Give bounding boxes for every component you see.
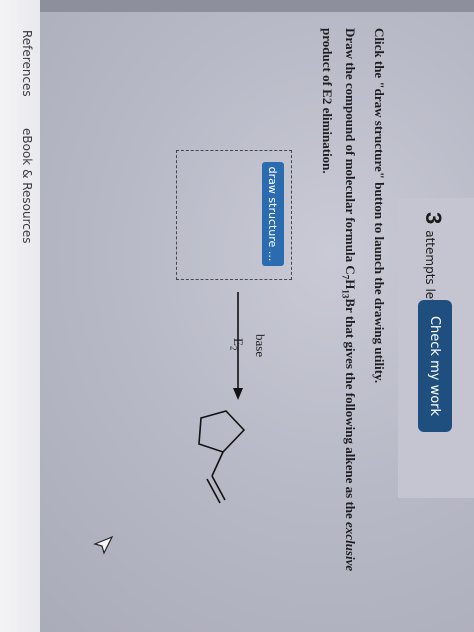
draw-structure-button[interactable]: draw structure ... — [262, 162, 284, 266]
prompt-start: Draw the compound of molecular formula C — [343, 28, 358, 275]
formula-h: H — [343, 279, 358, 290]
formula-br-text: Br that gives the following alkene as th… — [343, 298, 358, 523]
ebook-resources-link[interactable]: eBook & Resources — [20, 128, 34, 244]
vinyl-bond — [211, 451, 224, 477]
references-link[interactable]: References — [20, 30, 34, 97]
reaction-scheme — [198, 292, 246, 504]
mouse-cursor-icon — [93, 535, 114, 555]
mechanism-letter: E — [231, 338, 246, 346]
reaction-arrow-head — [233, 388, 243, 400]
instruction-line: Click the "draw structure" button to lau… — [372, 28, 387, 384]
question-page: 3 attempts left Check my work Click the … — [0, 0, 474, 632]
attempts-count: 3 — [421, 212, 446, 225]
exclusive-word: exclusive — [343, 522, 358, 572]
attempts-indicator: 3 attempts left — [420, 212, 446, 308]
cyclopentane-ring — [198, 410, 246, 453]
check-my-work-button[interactable]: Check my work — [418, 300, 452, 432]
question-prompt: Draw the compound of molecular formula C… — [319, 28, 359, 608]
mechanism-subscript: 2 — [228, 345, 239, 351]
question-text: Click the "draw structure" button to lau… — [307, 28, 388, 608]
alkene-double-bond-b — [206, 478, 221, 504]
reagent-base: base — [253, 334, 268, 358]
alkene-double-bond-a — [211, 475, 226, 501]
reagent-mechanism: E2 — [228, 338, 246, 350]
prompt-end: product of E2 elimination. — [320, 28, 336, 174]
attempts-label: attempts left — [423, 230, 437, 308]
